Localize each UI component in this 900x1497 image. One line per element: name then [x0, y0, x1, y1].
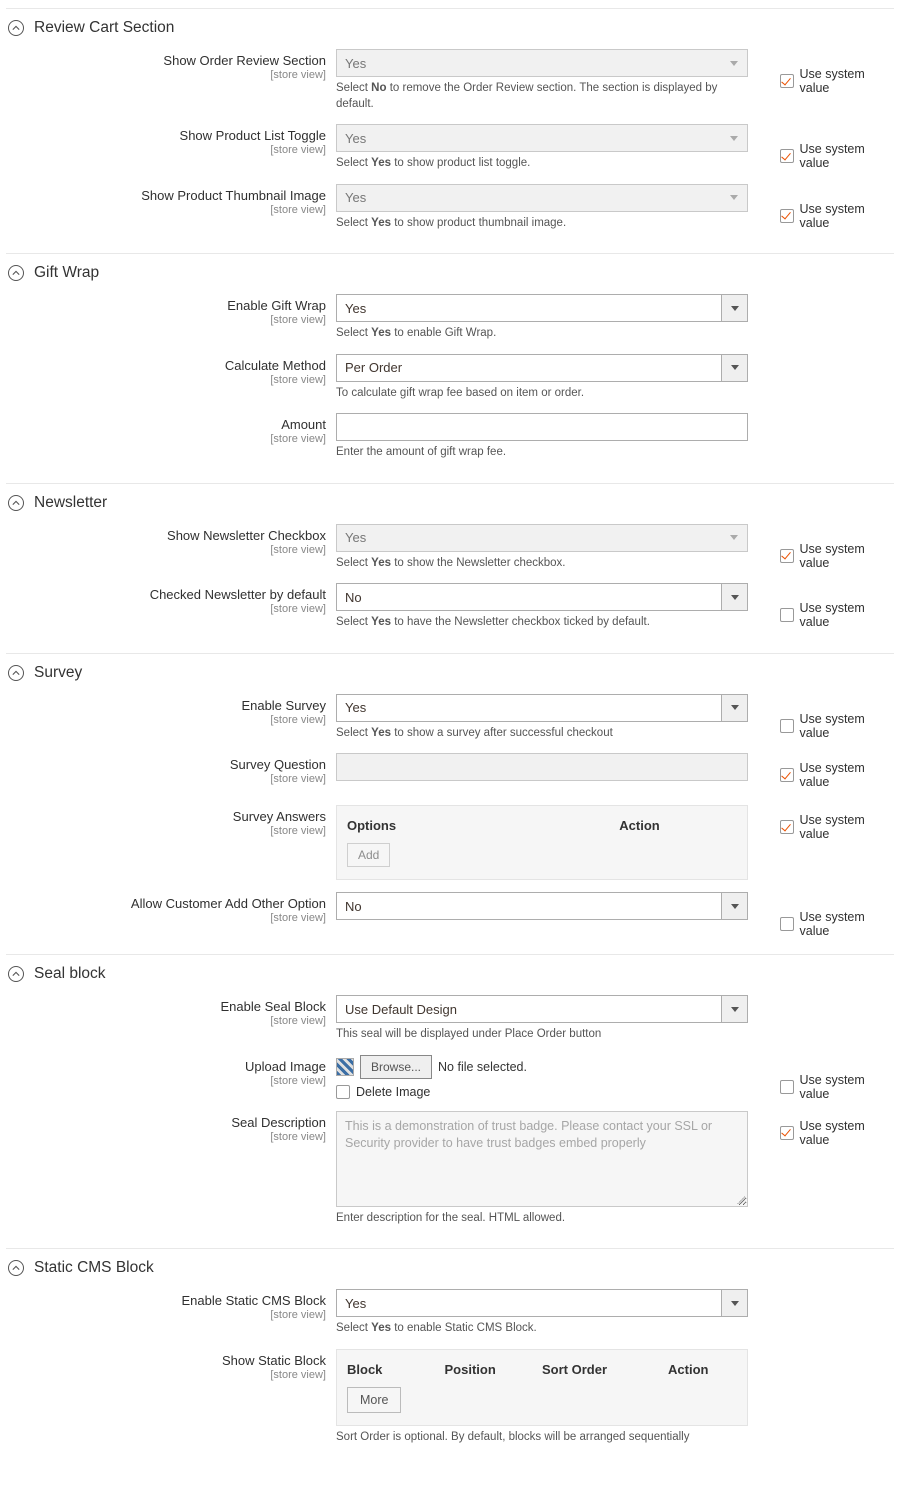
panel-static-block: Block Position Sort Order Action More — [336, 1349, 748, 1426]
section-toggle-newsletter[interactable]: Newsletter — [6, 494, 894, 518]
select-allow-other[interactable]: No — [336, 892, 748, 920]
chevron-up-icon — [8, 1260, 24, 1276]
section-toggle-survey[interactable]: Survey — [6, 664, 894, 688]
sys-value-show-order-review[interactable]: Use system value — [780, 67, 894, 95]
input-survey-question — [336, 753, 748, 781]
textarea-seal-description: This is a demonstration of trust badge. … — [336, 1111, 748, 1207]
select-show-newsletter: Yes — [336, 524, 748, 552]
sys-value-checked-newsletter[interactable]: Use system value — [780, 601, 894, 629]
section-toggle-review[interactable]: Review Cart Section — [6, 19, 894, 43]
add-survey-answer-button: Add — [347, 843, 390, 867]
select-enable-cms[interactable]: Yes — [336, 1289, 748, 1317]
select-show-thumb: Yes — [336, 184, 748, 212]
section-toggle-gift[interactable]: Gift Wrap — [6, 264, 894, 288]
label-show-thumb: Show Product Thumbnail Image — [6, 188, 326, 203]
select-checked-newsletter[interactable]: No — [336, 583, 748, 611]
select-show-order-review: Yes — [336, 49, 748, 77]
chevron-up-icon — [8, 265, 24, 281]
file-status: No file selected. — [438, 1060, 527, 1074]
input-amount[interactable] — [336, 413, 748, 441]
select-show-toggle: Yes — [336, 124, 748, 152]
browse-button[interactable]: Browse... — [360, 1055, 432, 1079]
section-toggle-cms[interactable]: Static CMS Block — [6, 1259, 894, 1283]
sys-value-upload[interactable]: Use system value — [780, 1073, 894, 1101]
sys-value-allow-other[interactable]: Use system value — [780, 910, 894, 938]
label-show-order-review: Show Order Review Section — [6, 53, 326, 68]
select-calc-method[interactable]: Per Order — [336, 354, 748, 382]
more-button[interactable]: More — [347, 1387, 401, 1413]
select-enable-seal[interactable]: Use Default Design — [336, 995, 748, 1023]
panel-survey-answers: Options Action Add — [336, 805, 748, 880]
sys-value-enable-survey[interactable]: Use system value — [780, 712, 894, 740]
select-enable-survey[interactable]: Yes — [336, 694, 748, 722]
chevron-up-icon — [8, 495, 24, 511]
sys-value-survey-question[interactable]: Use system value — [780, 761, 894, 789]
chevron-up-icon — [8, 20, 24, 36]
sys-value-show-toggle[interactable]: Use system value — [780, 142, 894, 170]
section-toggle-seal[interactable]: Seal block — [6, 965, 894, 989]
chevron-up-icon — [8, 665, 24, 681]
chevron-up-icon — [8, 966, 24, 982]
section-title: Review Cart Section — [34, 19, 174, 37]
seal-thumb-icon — [336, 1058, 354, 1076]
sys-value-seal-desc[interactable]: Use system value — [780, 1119, 894, 1147]
label-show-toggle: Show Product List Toggle — [6, 128, 326, 143]
sys-value-survey-answers[interactable]: Use system value — [780, 813, 894, 841]
select-enable-gift[interactable]: Yes — [336, 294, 748, 322]
sys-value-show-thumb[interactable]: Use system value — [780, 202, 894, 230]
sys-value-show-newsletter[interactable]: Use system value — [780, 542, 894, 570]
scope-label: [store view] — [6, 69, 326, 81]
delete-image-checkbox[interactable]: Delete Image — [336, 1085, 748, 1099]
